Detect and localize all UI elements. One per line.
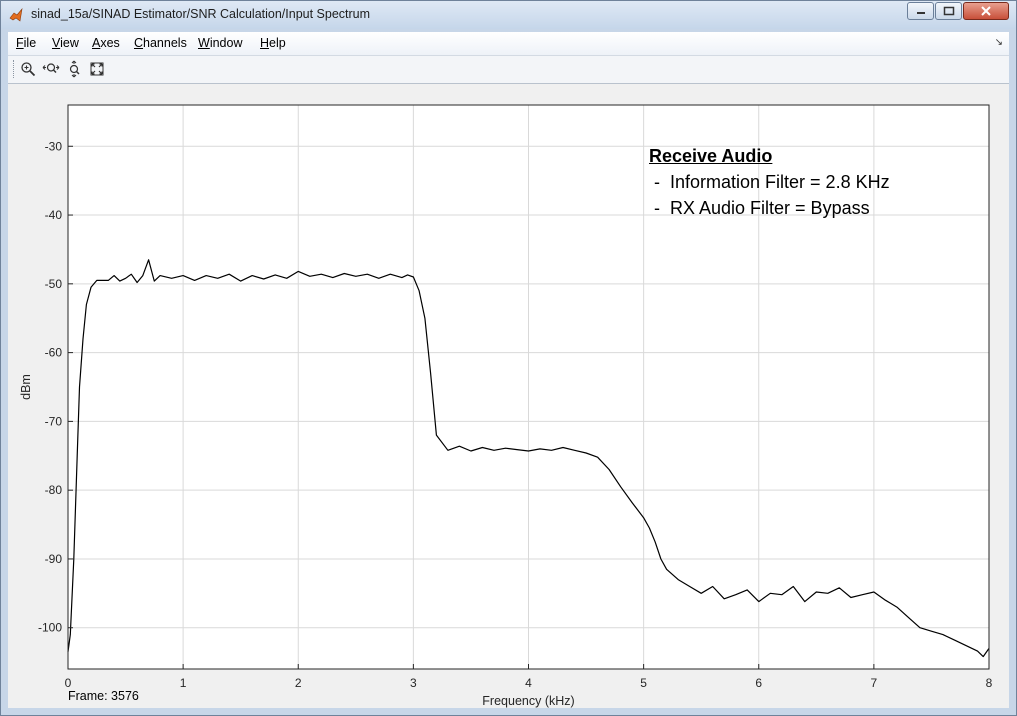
x-tick-label: 5 [640, 676, 647, 690]
menu-file[interactable]: File [16, 36, 36, 50]
zoom-y-button[interactable] [65, 59, 85, 79]
y-tick-label: -70 [45, 414, 63, 428]
x-tick-label: 8 [986, 676, 993, 690]
zoom-in-button[interactable] [18, 59, 38, 79]
zoom-y-icon [69, 60, 80, 78]
menu-help[interactable]: Help [260, 36, 286, 50]
toolbar [8, 56, 1009, 84]
figure-area: 0 1 2 3 4 5 6 7 8 -30 -40 -50 -60 -70 -80 -90 -100 Freque… [8, 84, 1009, 708]
menu-channels[interactable]: Channels [134, 36, 187, 50]
x-tick-label: 1 [180, 676, 187, 690]
menu-view-mnemonic: V [52, 36, 61, 50]
y-axis-label: dBm [19, 374, 33, 400]
toolbar-grip[interactable] [13, 60, 16, 78]
autoscale-button[interactable] [87, 59, 107, 79]
zoom-x-button[interactable] [41, 59, 61, 79]
window-bottom-border [8, 708, 1009, 714]
autoscale-icon [90, 62, 104, 76]
x-tick-label: 4 [525, 676, 532, 690]
close-button[interactable] [963, 2, 1009, 20]
annotation-line-2: - RX Audio Filter = Bypass [649, 198, 870, 218]
close-icon [981, 6, 991, 16]
x-tick-label: 3 [410, 676, 417, 690]
menu-channels-label: hannels [143, 36, 187, 50]
menu-file-label: ile [23, 36, 37, 50]
zoom-x-icon [42, 63, 60, 74]
x-tick-label: 6 [755, 676, 762, 690]
menu-channels-mnemonic: C [134, 36, 144, 50]
x-tick-label: 2 [295, 676, 302, 690]
y-tick-label: -40 [45, 208, 63, 222]
x-tick-label: 0 [65, 676, 72, 690]
y-tick-label: -80 [45, 483, 63, 497]
menu-file-mnemonic: F [16, 36, 24, 50]
menu-bar: File View Axes Channels Window Help ↘ [8, 32, 1009, 56]
window-title: sinad_15a/SINAD Estimator/SNR Calculatio… [31, 7, 371, 21]
y-tick-label: -90 [45, 552, 63, 566]
y-tick-label: -30 [45, 139, 63, 153]
minimize-button[interactable] [907, 2, 934, 20]
maximize-icon [943, 6, 954, 16]
y-tick-label: -60 [45, 346, 63, 360]
title-bar: sinad_15a/SINAD Estimator/SNR Calculatio… [1, 1, 1016, 29]
maximize-button[interactable] [935, 2, 962, 20]
y-tick-label: -50 [45, 277, 63, 291]
annotation-line-1: - Information Filter = 2.8 KHz [649, 172, 890, 192]
x-tick-label: 7 [871, 676, 878, 690]
frame-counter: Frame: 3576 [68, 689, 139, 703]
figure-window: sinad_15a/SINAD Estimator/SNR Calculatio… [0, 0, 1017, 716]
menu-axes-label: xes [100, 36, 120, 50]
menu-window[interactable]: Window [198, 36, 242, 50]
plot-annotation: Receive Audio - Information Filter = 2.8… [649, 143, 890, 221]
menu-axes[interactable]: Axes [92, 36, 120, 50]
menu-help-label: elp [269, 36, 286, 50]
menu-window-mnemonic: W [198, 36, 210, 50]
menu-view[interactable]: View [52, 36, 79, 50]
menu-overflow-icon[interactable]: ↘ [995, 37, 1003, 48]
menu-window-label: indow [209, 36, 243, 50]
minimize-icon [916, 12, 925, 14]
zoom-in-icon [21, 62, 36, 77]
matlab-app-icon [9, 8, 23, 22]
menu-help-mnemonic: H [260, 36, 270, 50]
menu-view-label: iew [60, 36, 79, 50]
annotation-heading: Receive Audio [649, 146, 773, 166]
x-axis-label: Frequency (kHz) [482, 694, 574, 708]
y-tick-label: -100 [38, 621, 62, 635]
